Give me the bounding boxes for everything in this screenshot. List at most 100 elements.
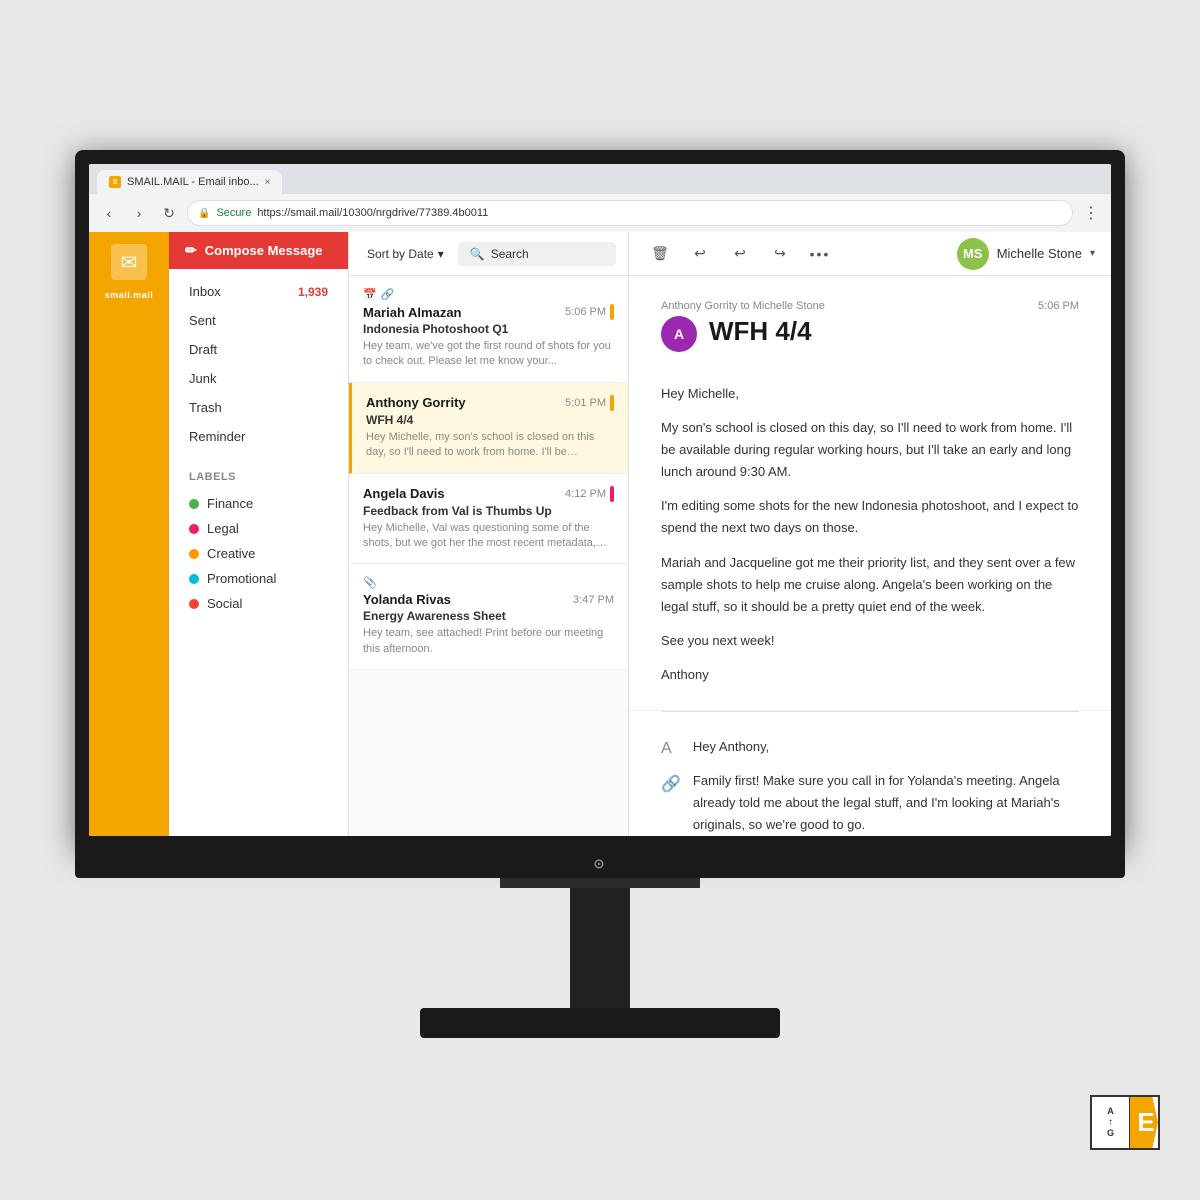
email-detail-body: Anthony Gorrity to Michelle Stone 5:06 P… xyxy=(629,276,1111,836)
thread-body-1: Hey Michelle, My son's school is closed … xyxy=(661,383,1079,686)
sidebar-item-trash[interactable]: Trash xyxy=(169,393,348,422)
address-bar[interactable]: 🔒 Secure https://smail.mail/10300/nrgdri… xyxy=(187,200,1073,226)
sidebar-item-draft[interactable]: Draft xyxy=(169,335,348,364)
label-item-creative[interactable]: Creative xyxy=(189,541,328,566)
label-item-legal[interactable]: Legal xyxy=(189,516,328,541)
sidebar-item-sent[interactable]: Sent xyxy=(169,306,348,335)
reply-paragraph: Family first! Make sure you call in for … xyxy=(693,770,1079,836)
email-preview-2: Hey Michelle, my son's school is closed … xyxy=(366,430,614,461)
email-time-3: 4:12 PM xyxy=(565,488,606,500)
monitor-bezel: S SMAIL.MAIL - Email inbo... × ‹ › ↻ 🔒 S… xyxy=(75,150,1125,850)
email-thread-2: A 🔗 Hey Anthony, Family first! Make sure… xyxy=(629,712,1111,836)
thread-subject-area: WFH 4/4 xyxy=(709,316,812,367)
compose-btn-label: Compose Message xyxy=(205,243,323,258)
energy-label-left: A ↑ G xyxy=(1092,1097,1130,1148)
email-item-icons-1: 📅 🔗 xyxy=(363,288,614,301)
email-sender-1: Mariah Almazan xyxy=(363,305,462,320)
thread-greeting-1: Hey Michelle, xyxy=(661,383,1079,405)
label-item-promotional[interactable]: Promotional xyxy=(189,566,328,591)
email-sender-4: Yolanda Rivas xyxy=(363,592,451,607)
inbox-count: 1,939 xyxy=(298,285,328,299)
junk-label: Junk xyxy=(189,371,216,386)
thread-from-1: Anthony Gorrity to Michelle Stone xyxy=(661,300,825,312)
search-button[interactable]: 🔍 Search xyxy=(458,242,616,266)
reply-all-button[interactable]: ↩ xyxy=(725,239,755,269)
social-dot xyxy=(189,599,199,609)
user-name: Michelle Stone xyxy=(997,246,1082,261)
email-item-icons-4: 📎 xyxy=(363,576,614,589)
browser-chrome: S SMAIL.MAIL - Email inbo... × ‹ › ↻ 🔒 S… xyxy=(89,164,1111,232)
legal-label: Legal xyxy=(207,521,239,536)
sent-label: Sent xyxy=(189,313,216,328)
energy-label-right: E xyxy=(1130,1097,1158,1148)
email-time-indicator-2: 5:01 PM xyxy=(565,395,614,411)
label-item-finance[interactable]: Finance xyxy=(189,491,328,516)
thread-avatar-1: A xyxy=(661,316,697,352)
trash-label: Trash xyxy=(189,400,222,415)
reply-body: Hey Anthony, Family first! Make sure you… xyxy=(693,736,1079,836)
email-priority-bar-1 xyxy=(610,304,614,320)
browser-menu-button[interactable]: ⋮ xyxy=(1079,201,1103,225)
energy-efficiency-class: E xyxy=(1133,1107,1154,1138)
thread-paragraph-3: Mariah and Jacqueline got me their prior… xyxy=(661,552,1079,618)
monitor-bottom-bezel: ⊙ xyxy=(75,850,1125,878)
forward-button[interactable]: ↪ xyxy=(765,239,795,269)
thread-sign-1: Anthony xyxy=(661,664,1079,686)
refresh-button[interactable]: ↻ xyxy=(157,201,181,225)
monitor: S SMAIL.MAIL - Email inbo... × ‹ › ↻ 🔒 S… xyxy=(75,150,1125,1050)
energy-top-rating: A xyxy=(1107,1106,1114,1117)
email-subject-4: Energy Awareness Sheet xyxy=(363,609,614,623)
creative-label: Creative xyxy=(207,546,255,561)
sidebar-item-junk[interactable]: Junk xyxy=(169,364,348,393)
email-sender-3: Angela Davis xyxy=(363,486,445,501)
email-sender-2: Anthony Gorrity xyxy=(366,395,466,410)
tab-title: SMAIL.MAIL - Email inbo... xyxy=(127,176,259,188)
compose-message-button[interactable]: ✏ Compose Message xyxy=(169,232,348,269)
monitor-stand-base xyxy=(420,1008,780,1038)
email-time-2: 5:01 PM xyxy=(565,397,606,409)
thread-closing-1: See you next week! xyxy=(661,630,1079,652)
thread-paragraph-2: I'm editing some shots for the new Indon… xyxy=(661,495,1079,539)
reply-attachment-icon: 🔗 xyxy=(661,774,681,794)
email-item-2[interactable]: Anthony Gorrity 5:01 PM WFH 4/4 Hey Mich… xyxy=(349,383,628,474)
reminder-label: Reminder xyxy=(189,429,245,444)
reply-greeting: Hey Anthony, xyxy=(693,736,1079,758)
email-preview-1: Hey team, we've got the first round of s… xyxy=(363,339,614,370)
search-icon: 🔍 xyxy=(470,247,485,261)
email-item-3[interactable]: Angela Davis 4:12 PM Feedback from Val i… xyxy=(349,474,628,565)
email-item-4[interactable]: 📎 Yolanda Rivas 3:47 PM Energy Awareness… xyxy=(349,564,628,670)
sort-by-date-button[interactable]: Sort by Date ▾ xyxy=(361,243,450,265)
sidebar-item-inbox[interactable]: Inbox 1,939 xyxy=(169,277,348,306)
forward-button[interactable]: › xyxy=(127,201,151,225)
email-subject-1: Indonesia Photoshoot Q1 xyxy=(363,322,614,336)
user-info[interactable]: MS Michelle Stone ▾ xyxy=(957,238,1095,270)
browser-tab-active[interactable]: S SMAIL.MAIL - Email inbo... × xyxy=(97,170,282,194)
label-item-social[interactable]: Social xyxy=(189,591,328,616)
sidebar-orange: ✉ smail.mail xyxy=(89,232,169,836)
reply-button[interactable]: ↩ xyxy=(685,239,715,269)
compose-edit-icon: ✏ xyxy=(185,242,197,259)
finance-label: Finance xyxy=(207,496,253,511)
delete-button[interactable]: 🗑 xyxy=(645,239,675,269)
email-items-list: 📅 🔗 Mariah Almazan 5:06 PM Indonesia xyxy=(349,276,628,836)
email-detail-toolbar: 🗑 ↩ ↩ ↪ ••• MS Michelle Stone ▾ xyxy=(629,232,1111,276)
energy-arrow-icon: ↑ xyxy=(1108,1117,1113,1128)
email-thread-1: Anthony Gorrity to Michelle Stone 5:06 P… xyxy=(629,276,1111,711)
sidebar-item-reminder[interactable]: Reminder xyxy=(169,422,348,451)
email-preview-3: Hey Michelle, Val was questioning some o… xyxy=(363,521,614,552)
email-item-1[interactable]: 📅 🔗 Mariah Almazan 5:06 PM Indonesia xyxy=(349,276,628,383)
social-label: Social xyxy=(207,596,242,611)
email-detail-panel: 🗑 ↩ ↩ ↪ ••• MS Michelle Stone ▾ xyxy=(629,232,1111,836)
email-preview-4: Hey team, see attached! Print before our… xyxy=(363,626,614,657)
link-icon: 🔗 xyxy=(381,288,395,301)
draft-label: Draft xyxy=(189,342,217,357)
email-priority-bar-2 xyxy=(610,395,614,411)
thread-subject-1: WFH 4/4 xyxy=(709,316,812,347)
more-options-button[interactable]: ••• xyxy=(805,239,835,269)
email-item-header-1: Mariah Almazan 5:06 PM xyxy=(363,304,614,320)
back-button[interactable]: ‹ xyxy=(97,201,121,225)
secure-label: Secure xyxy=(216,207,251,219)
sort-chevron-icon: ▾ xyxy=(438,247,444,261)
email-time-indicator-1: 5:06 PM xyxy=(565,304,614,320)
tab-close-button[interactable]: × xyxy=(265,177,271,188)
